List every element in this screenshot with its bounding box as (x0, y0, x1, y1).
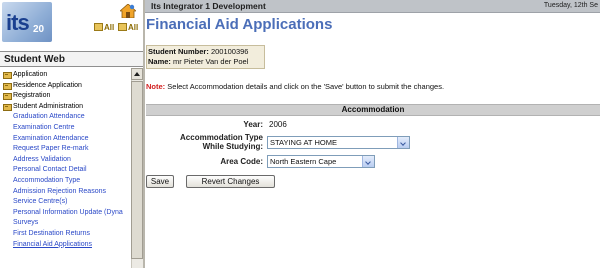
nav-item-label: Service Centre(s) (13, 198, 68, 206)
year-value: 2006 (269, 120, 287, 129)
nav-item[interactable]: Request Paper Re-mark (0, 144, 131, 155)
frame-divider[interactable] (143, 0, 145, 268)
nav-item[interactable]: Application (0, 70, 131, 81)
accommodation-type-label: Accommodation Type While Studying: (146, 133, 263, 151)
nav-item-label: Examination Attendance (13, 134, 89, 142)
nav-item-label: First Destination Returns (13, 229, 91, 237)
nav-item[interactable]: Accommodation Type (0, 176, 131, 187)
nav-item[interactable]: Financial Aid Applications (0, 240, 131, 251)
nav-item-label: Admission Rejection Reasons (13, 187, 106, 195)
nav-list: Application Residence Application Registra… (0, 70, 131, 268)
nav-item[interactable]: Examination Centre (0, 123, 131, 134)
folder-icon (94, 23, 103, 31)
nav-item[interactable]: Address Validation (0, 155, 131, 166)
expand-all-button[interactable]: All (94, 21, 114, 33)
save-button[interactable]: Save (146, 175, 174, 188)
nav-item[interactable]: Examination Attendance (0, 134, 131, 145)
app-title-bar: Its Integrator 1 Development Tuesday, 12… (145, 0, 600, 13)
accommodation-label-line2: While Studying: (202, 142, 263, 151)
dropdown-arrow-icon[interactable] (397, 137, 409, 148)
nav-item-label: Application (13, 71, 48, 78)
area-code-select[interactable]: North Eastern Cape (267, 155, 375, 168)
logo-area: its 20 All All (0, 0, 143, 50)
accommodation-label-line1: Accommodation Type (180, 133, 263, 142)
folder-icon (3, 72, 12, 79)
logo-text: its (6, 10, 30, 35)
nav-item[interactable]: Graduation Attendance (0, 112, 131, 123)
nav-item[interactable]: Personal Contact Detail (0, 165, 131, 176)
collapse-all-label: All (128, 22, 139, 32)
nav-item-label: Surveys (13, 219, 39, 227)
revert-changes-button[interactable]: Revert Changes (186, 175, 275, 188)
nav-item-label: Address Validation (13, 155, 71, 163)
nav-item[interactable]: First Destination Returns (0, 229, 131, 240)
current-date: Tuesday, 12th Se (543, 2, 598, 9)
student-info-box: Student Number: 200100396 Name: mr Piete… (146, 45, 265, 69)
nav-item[interactable]: Residence Application (0, 81, 131, 92)
home-icon[interactable] (120, 4, 136, 18)
nav-item-label: Student Administration (13, 102, 84, 110)
expand-all-label: All (104, 22, 115, 32)
app-title: Its Integrator 1 Development (151, 1, 266, 11)
section-header: Accommodation (146, 104, 600, 116)
nav-item-label: Financial Aid Applications (13, 240, 92, 248)
area-code-value: North Eastern Cape (270, 157, 337, 166)
nav-header: Student Web (0, 51, 143, 67)
folder-icon (118, 23, 127, 31)
nav-item[interactable]: Surveys (0, 218, 131, 229)
instruction-note: Note: Select Accommodation details and c… (146, 82, 444, 91)
nav-item[interactable]: Registration (0, 91, 131, 102)
scroll-up-arrow-icon[interactable] (131, 68, 143, 80)
its-logo: its 20 (2, 2, 52, 42)
folder-icon (3, 82, 12, 90)
year-label: Year: (243, 120, 263, 129)
student-number: 200100396 (210, 47, 249, 56)
student-number-label: Student Number: (148, 47, 209, 56)
nav-item-label: Request Paper Re-mark (13, 145, 89, 153)
nav-item-label: Residence Application (13, 81, 82, 89)
note-text: Select Accommodation details and click o… (167, 82, 445, 91)
folder-icon (3, 93, 12, 101)
nav-item-label: Personal Contact Detail (13, 166, 87, 174)
note-label: Note: (146, 82, 166, 91)
nav-item-label: Accommodation Type (13, 176, 81, 184)
collapse-all-button[interactable]: All (118, 21, 138, 33)
nav-item-label: Examination Centre (13, 123, 75, 131)
logo-number: 20 (33, 24, 45, 35)
accommodation-type-value: STAYING AT HOME (270, 138, 337, 147)
page-title: Financial Aid Applications (146, 16, 333, 33)
dropdown-arrow-icon[interactable] (362, 156, 374, 167)
student-name: mr Pieter Van der Poel (173, 57, 249, 66)
scrollbar-thumb[interactable] (131, 81, 143, 259)
nav-item[interactable]: Service Centre(s) (0, 197, 131, 208)
nav-item[interactable]: Student Administration (0, 102, 131, 113)
nav-item-label: Registration (13, 92, 51, 100)
folder-icon (3, 103, 12, 111)
nav-item-label: Personal Information Update (Dyna (13, 208, 123, 216)
nav-item-label: Graduation Attendance (13, 113, 85, 121)
nav-item[interactable]: Personal Information Update (Dyna (0, 208, 131, 219)
area-code-label: Area Code: (220, 157, 263, 166)
accommodation-type-select[interactable]: STAYING AT HOME (267, 136, 410, 149)
student-name-label: Name: (148, 57, 171, 66)
nav-item[interactable]: Admission Rejection Reasons (0, 187, 131, 198)
left-navigation-frame: its 20 All All Student Web Application Re… (0, 0, 143, 268)
